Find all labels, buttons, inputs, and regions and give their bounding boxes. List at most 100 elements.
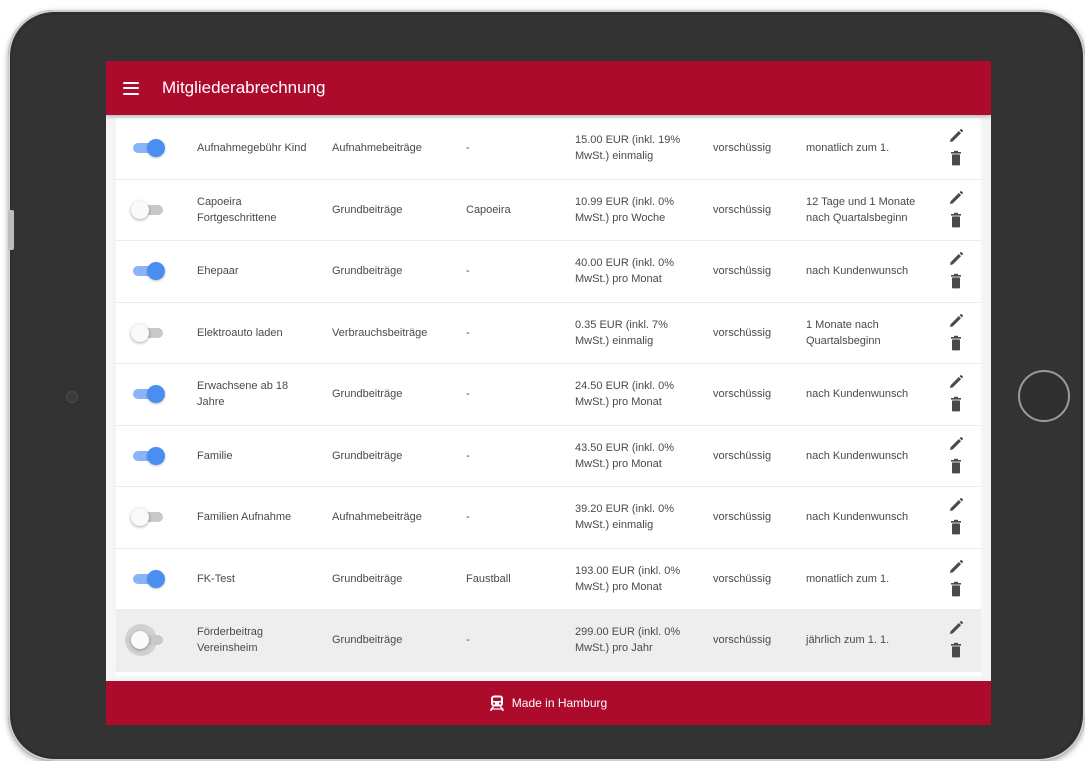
footer: Made in Hamburg	[106, 681, 991, 725]
fee-department: -	[466, 388, 470, 401]
fee-department: -	[466, 326, 470, 339]
fee-name: Familien Aufnahme	[197, 511, 292, 524]
active-toggle[interactable]	[131, 200, 165, 220]
fee-department: -	[466, 449, 470, 462]
page-title: Mitgliederabrechnung	[162, 78, 326, 97]
row-actions	[944, 495, 968, 539]
toggle-thumb	[147, 446, 165, 465]
table-row: Capoeira Fortgeschrittene Grundbeiträge Ca…	[116, 180, 981, 241]
delete-icon[interactable]	[948, 335, 964, 351]
edit-icon[interactable]	[948, 620, 964, 636]
delete-icon[interactable]	[948, 519, 964, 535]
fee-billing-time: monatlich zum 1.	[806, 142, 890, 155]
fee-billing-time: nach Kundenwunsch	[806, 388, 909, 401]
fee-group: Aufnahmebeiträge	[332, 142, 422, 155]
fee-payment-mode: vorschüssig	[713, 142, 772, 155]
fee-price: 299.00 EUR (inkl. 0% MwSt.) pro Jahr	[575, 626, 681, 655]
active-toggle[interactable]	[125, 624, 165, 657]
edit-icon[interactable]	[948, 190, 964, 206]
fee-payment-mode: vorschüssig	[713, 449, 772, 462]
fee-billing-time: nach Kundenwunsch	[806, 449, 909, 462]
active-toggle[interactable]	[131, 323, 165, 343]
row-actions	[944, 188, 968, 232]
edit-icon[interactable]	[948, 497, 964, 513]
fee-group: Verbrauchsbeiträge	[332, 326, 428, 339]
table-row: Aufnahmegebühr Kind Aufnahmebeiträge - 15.0…	[116, 118, 981, 180]
fee-price: 0.35 EUR (inkl. 7% MwSt.) einmalig	[575, 318, 668, 347]
camera	[66, 391, 78, 403]
table-row: Förderbeitrag Vereinsheim Grundbeiträge - 2…	[116, 610, 981, 672]
row-actions	[944, 618, 968, 662]
fee-payment-mode: vorschüssig	[713, 203, 772, 216]
fee-department: -	[466, 634, 470, 647]
fee-group: Grundbeiträge	[332, 634, 403, 647]
edit-icon[interactable]	[948, 559, 964, 575]
edit-icon[interactable]	[948, 374, 964, 390]
fee-billing-time: 12 Tage und 1 Monate nach Quartalsbeginn	[806, 195, 916, 224]
app-screen: Mitgliederabrechnung Aufnahmegebühr Kind…	[106, 61, 991, 725]
fee-price: 15.00 EUR (inkl. 19% MwSt.) einmalig	[575, 134, 681, 163]
fee-price: 24.50 EUR (inkl. 0% MwSt.) pro Monat	[575, 380, 675, 409]
fee-group: Grundbeiträge	[332, 388, 403, 401]
fee-price: 10.99 EUR (inkl. 0% MwSt.) pro Woche	[575, 195, 675, 224]
active-toggle[interactable]	[131, 384, 165, 404]
edit-icon[interactable]	[948, 128, 964, 144]
active-toggle[interactable]	[131, 507, 165, 527]
delete-icon[interactable]	[948, 642, 964, 658]
table-row: Ehepaar Grundbeiträge - 40.00 EUR (inkl. 0%…	[116, 241, 981, 303]
fee-name: Elektroauto laden	[197, 326, 283, 339]
fee-price: 193.00 EUR (inkl. 0% MwSt.) pro Monat	[575, 564, 681, 593]
toggle-thumb	[131, 631, 149, 650]
fee-payment-mode: vorschüssig	[713, 634, 772, 647]
table-row: Familie Grundbeiträge - 43.50 EUR (inkl. 0%…	[116, 426, 981, 487]
fee-price: 40.00 EUR (inkl. 0% MwSt.) pro Monat	[575, 257, 675, 286]
fee-department: -	[466, 265, 470, 278]
fee-name: FK-Test	[197, 572, 235, 585]
fee-name: Erwachsene ab 18 Jahre	[197, 380, 289, 409]
row-actions	[944, 434, 968, 478]
table-row: Erwachsene ab 18 Jahre Grundbeiträge - 24.5…	[116, 364, 981, 426]
fee-billing-time: jährlich zum 1. 1.	[806, 634, 890, 647]
active-toggle[interactable]	[131, 261, 165, 281]
row-actions	[944, 311, 968, 355]
table-row: Familien Aufnahme Aufnahmebeiträge - 39.20 …	[116, 487, 981, 549]
row-actions	[944, 126, 968, 170]
delete-icon[interactable]	[948, 396, 964, 412]
fee-payment-mode: vorschüssig	[713, 326, 772, 339]
delete-icon[interactable]	[948, 581, 964, 597]
table-row: FK-Test Grundbeiträge Faustball 193.00 EUR …	[116, 549, 981, 610]
home-button[interactable]	[1018, 370, 1070, 422]
fee-department: Capoeira	[466, 203, 511, 216]
fee-name: Familie	[197, 449, 233, 462]
fee-price: 39.20 EUR (inkl. 0% MwSt.) einmalig	[575, 503, 675, 532]
footer-text: Made in Hamburg	[511, 696, 608, 710]
fee-department: Faustball	[466, 572, 511, 585]
toggle-thumb	[131, 323, 149, 342]
active-toggle[interactable]	[131, 569, 165, 589]
active-toggle[interactable]	[131, 446, 165, 466]
fee-billing-time: nach Kundenwunsch	[806, 511, 909, 524]
toggle-thumb	[147, 569, 165, 588]
edit-icon[interactable]	[948, 313, 964, 329]
fee-group: Grundbeiträge	[332, 449, 403, 462]
toggle-thumb	[131, 508, 149, 527]
fee-payment-mode: vorschüssig	[713, 265, 772, 278]
side-button	[8, 210, 14, 250]
fee-billing-time: nach Kundenwunsch	[806, 265, 909, 278]
fee-name: Ehepaar	[197, 265, 239, 278]
menu-icon[interactable]	[123, 81, 139, 95]
edit-icon[interactable]	[948, 251, 964, 267]
train-icon	[490, 695, 504, 711]
toggle-thumb	[131, 200, 149, 219]
fee-billing-time: monatlich zum 1.	[806, 572, 890, 585]
delete-icon[interactable]	[948, 150, 964, 166]
toggle-thumb	[147, 139, 165, 158]
delete-icon[interactable]	[948, 273, 964, 289]
delete-icon[interactable]	[948, 212, 964, 228]
fee-group: Grundbeiträge	[332, 203, 403, 216]
fee-name: Aufnahmegebühr Kind	[197, 142, 307, 155]
delete-icon[interactable]	[948, 458, 964, 474]
active-toggle[interactable]	[131, 138, 165, 158]
edit-icon[interactable]	[948, 436, 964, 452]
fee-department: -	[466, 511, 470, 524]
